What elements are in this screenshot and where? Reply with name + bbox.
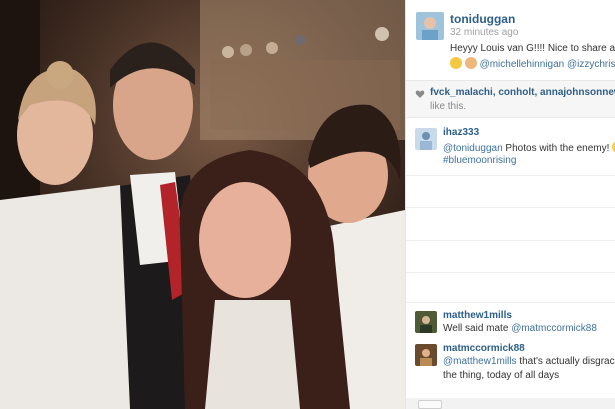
post-timestamp: 32 minutes ago — [450, 27, 519, 38]
heart-icon — [415, 90, 425, 98]
comment-hashtag[interactable]: #bluemoonrising — [443, 155, 516, 166]
comment-text: @matthew1mills that's actually disgracef… — [443, 356, 615, 367]
post-caption-line2: @michellehinnigan @izzychristi — [450, 57, 615, 70]
likes-names[interactable]: fvck_malachi, conholt, annajohnsonnew — [430, 87, 615, 98]
comment-body: Well said mate — [443, 323, 512, 334]
post-sidebar: toniduggan 32 minutes ago Heyyy Louis va… — [405, 0, 615, 409]
post-username[interactable]: toniduggan — [450, 12, 515, 26]
comment-username[interactable]: matthew1mills — [443, 310, 512, 321]
smile-emoji-icon — [450, 57, 462, 69]
caption-mentions[interactable]: @michellehinnigan @izzychristi — [480, 59, 615, 70]
comment-text: Well said mate @matmccormick88 — [443, 323, 597, 334]
post-header: toniduggan 32 minutes ago Heyyy Louis va… — [406, 0, 615, 80]
commenter-avatar[interactable] — [415, 311, 437, 333]
comment-mention[interactable]: @matmccormick88 — [511, 323, 597, 334]
comment-item: matmccormick88 @matthew1mills that's act… — [406, 340, 615, 395]
post-photo[interactable] — [0, 0, 405, 409]
avatar[interactable] — [416, 12, 444, 40]
comment-mention[interactable]: @toniduggan — [443, 143, 503, 154]
group-selfie-image — [0, 0, 405, 409]
comment-text-line2: the thing, today of all days — [443, 370, 560, 381]
commenter-avatar[interactable] — [415, 128, 437, 150]
like-button[interactable] — [418, 400, 442, 409]
comment-username[interactable]: matmccormick88 — [443, 343, 525, 354]
comment-item: ihaz333 @toniduggan Photos with the enem… — [406, 124, 615, 179]
comment-mention[interactable]: @matthew1mills — [443, 356, 517, 367]
post-caption: Heyyy Louis van G!!!! Nice to share a w — [450, 43, 615, 54]
comment-text: @toniduggan Photos with the enemy! — [443, 141, 615, 154]
instagram-post-view: toniduggan 32 minutes ago Heyyy Louis va… — [0, 0, 615, 409]
likes-bar: fvck_malachi, conholt, annajohnsonnew li… — [406, 80, 615, 118]
commenter-avatar[interactable] — [415, 344, 437, 366]
comment-body: that's actually disgraceful — [519, 356, 615, 367]
ok-hand-emoji-icon — [464, 57, 477, 69]
likes-suffix: like this. — [430, 101, 467, 112]
comment-username[interactable]: ihaz333 — [443, 127, 479, 138]
comment-body: Photos with the enemy! — [502, 143, 613, 154]
